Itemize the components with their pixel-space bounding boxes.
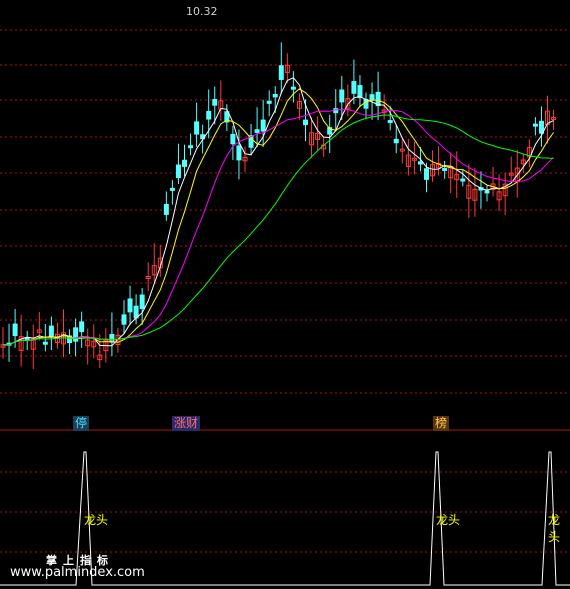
watermark-url: www.palmindex.com	[10, 565, 145, 580]
candle-body-45	[272, 94, 278, 98]
candle-body-8	[48, 325, 54, 338]
candle-body-39	[236, 145, 242, 161]
candle-body-35	[212, 98, 218, 106]
candle-body-34	[206, 110, 212, 120]
candle-body-80	[484, 190, 490, 194]
candle-body-70	[424, 168, 429, 180]
marker-stop: 停	[73, 416, 90, 431]
candle-body-2	[12, 323, 18, 337]
marker-rank: 榜	[433, 416, 450, 431]
candle-body-58	[351, 81, 357, 94]
candle-body-50	[303, 119, 308, 126]
high-price-label: 10.32	[186, 5, 218, 18]
candle-body-89	[538, 120, 544, 134]
candle-body-88	[532, 123, 538, 127]
candle-body-27	[163, 203, 169, 215]
candle-body-28	[169, 187, 175, 191]
candle-body-59	[357, 85, 363, 99]
candle-body-46	[278, 65, 284, 80]
candle-body-22	[133, 305, 139, 319]
candle-body-31	[188, 145, 194, 149]
candle-body-30	[182, 159, 187, 167]
marker-rise-wealth: 涨财	[172, 416, 201, 431]
candle-body-38	[230, 133, 236, 145]
candle-body-64	[387, 120, 393, 124]
moving-average-line-3	[3, 114, 554, 346]
candle-body-21	[127, 298, 133, 313]
candle-body-43	[260, 119, 266, 132]
candle-body-20	[121, 314, 127, 325]
moving-average-line-0	[3, 77, 554, 347]
candle-body-61	[369, 94, 375, 101]
candle-body-73	[442, 168, 448, 172]
candle-body-7	[42, 341, 48, 345]
candle-body-76	[460, 178, 466, 182]
moving-average-line-2	[3, 109, 554, 346]
candle-body-69	[417, 161, 423, 165]
candle-body-32	[194, 121, 200, 135]
candle-body-23	[139, 294, 145, 309]
candle-body-65	[393, 138, 399, 144]
candle-body-13	[79, 321, 85, 333]
candle-body-29	[175, 164, 181, 179]
moving-average-line-1	[3, 88, 554, 346]
candle-body-42	[254, 129, 260, 133]
candle-body-18	[109, 334, 115, 343]
peak-label-2: 龙头	[436, 513, 461, 527]
peak-label-1: 龙头	[84, 513, 109, 527]
peak-label-3: 龙头	[548, 513, 561, 544]
stock-chart	[0, 29, 570, 586]
candle-body-48	[290, 86, 296, 90]
candle-body-56	[339, 89, 345, 103]
candle-body-44	[266, 100, 272, 104]
